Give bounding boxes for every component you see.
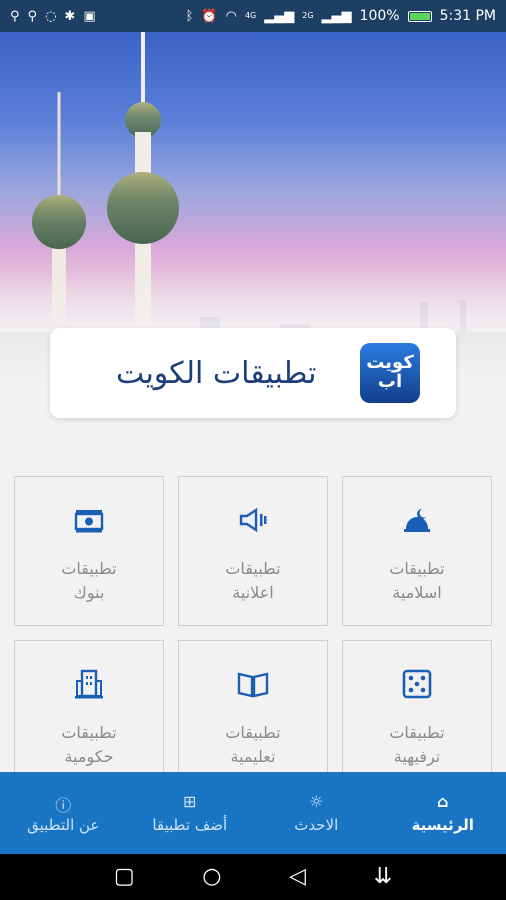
mosque-icon [404, 509, 430, 532]
category-education[interactable]: تطبيقات تعليمية [178, 640, 328, 790]
category-label: تطبيقات اعلانية [225, 557, 280, 605]
category-line2: حكومية [64, 747, 114, 766]
notifications-button[interactable]: ⇊ [374, 866, 392, 888]
signal-icon: ▂▄▆ [264, 8, 295, 24]
clock: 5:31 PM [439, 8, 496, 24]
category-line2: اعلانية [232, 583, 274, 602]
nav-latest[interactable]: ☼ الاحدث [253, 792, 380, 834]
sun-icon: ☼ [309, 792, 324, 811]
settings-icon: ✱ [64, 8, 76, 24]
logo-line2: اب [377, 371, 403, 392]
category-line1: تطبيقات [225, 559, 281, 578]
info-icon: ⓘ [55, 796, 72, 815]
status-left-icons: ⚲ ⚲ ◌ ✱ ▣ [10, 10, 96, 23]
building-icon [75, 669, 103, 699]
category-line2: بنوك [73, 583, 105, 602]
alarm-icon: ⏰ [201, 8, 218, 24]
usb-icon-2: ⚲ [27, 8, 38, 24]
category-line1: تطبيقات [389, 559, 445, 578]
system-nav-bar: ▢ ○ ◁ ⇊ [0, 854, 506, 900]
app-title: تطبيقات الكويت [116, 355, 317, 391]
whatsapp-icon: ◌ [45, 8, 57, 24]
category-label: تطبيقات بنوك [61, 557, 116, 605]
bank-icon [74, 510, 104, 533]
usb-icon: ⚲ [10, 8, 20, 24]
wifi-icon: ◠ [225, 8, 237, 24]
nav-home-label: الرئيسية [411, 816, 474, 834]
status-bar: ⚲ ⚲ ◌ ✱ ▣ ᛒ ⏰ ◠ 4G ▂▄▆ 2G ▂▄▆ 100% 5:31 … [0, 0, 506, 32]
nav-latest-label: الاحدث [294, 816, 339, 834]
dice-icon [402, 669, 432, 699]
home-button[interactable]: ○ [202, 866, 221, 888]
image-icon: ▣ [83, 8, 96, 24]
book-icon [237, 672, 269, 698]
category-islamic[interactable]: تطبيقات اسلامية [342, 476, 492, 626]
megaphone-icon [239, 507, 267, 533]
app-logo: كويت اب [360, 343, 420, 403]
signal-icon-2: ▂▄▆ [321, 8, 352, 24]
category-entertainment[interactable]: تطبيقات ترفيهية [342, 640, 492, 790]
category-line1: تطبيقات [225, 723, 281, 742]
category-line2: ترفيهية [393, 747, 441, 766]
nav-about[interactable]: ⓘ عن التطبيق [0, 792, 127, 834]
nav-home[interactable]: ⌂ الرئيسية [380, 792, 506, 834]
bottom-nav: ⌂ الرئيسية ☼ الاحدث ⊞ أضف تطبيقا ⓘ عن ال… [0, 772, 506, 854]
category-banks[interactable]: تطبيقات بنوك [14, 476, 164, 626]
category-government[interactable]: تطبيقات حكومية [14, 640, 164, 790]
category-line1: تطبيقات [61, 723, 117, 742]
battery-percent: 100% [359, 8, 400, 24]
category-label: تطبيقات حكومية [61, 721, 116, 769]
category-ads[interactable]: تطبيقات اعلانية [178, 476, 328, 626]
status-right-icons: ᛒ ⏰ ◠ 4G ▂▄▆ 2G ▂▄▆ 100% 5:31 PM [186, 8, 496, 24]
network-label-2: 2G [302, 11, 314, 20]
category-line2: تعليمية [230, 747, 276, 766]
back-button[interactable]: ◁ [289, 866, 306, 888]
category-label: تطبيقات تعليمية [225, 721, 280, 769]
category-line1: تطبيقات [61, 559, 117, 578]
bluetooth-icon: ᛒ [185, 8, 194, 24]
recents-button[interactable]: ▢ [114, 866, 135, 888]
home-icon: ⌂ [437, 792, 449, 811]
nav-add-app-label: أضف تطبيقا [152, 816, 228, 834]
nav-add-app[interactable]: ⊞ أضف تطبيقا [127, 792, 254, 834]
network-label-1: 4G [244, 11, 257, 20]
category-line1: تطبيقات [389, 723, 445, 742]
nav-about-label: عن التطبيق [27, 816, 100, 834]
add-icon: ⊞ [183, 792, 197, 811]
app-title-card: تطبيقات الكويت كويت اب [50, 328, 456, 418]
category-label: تطبيقات ترفيهية [389, 721, 444, 769]
battery-icon [407, 10, 432, 22]
category-label: تطبيقات اسلامية [389, 557, 444, 605]
category-line2: اسلامية [392, 583, 442, 602]
